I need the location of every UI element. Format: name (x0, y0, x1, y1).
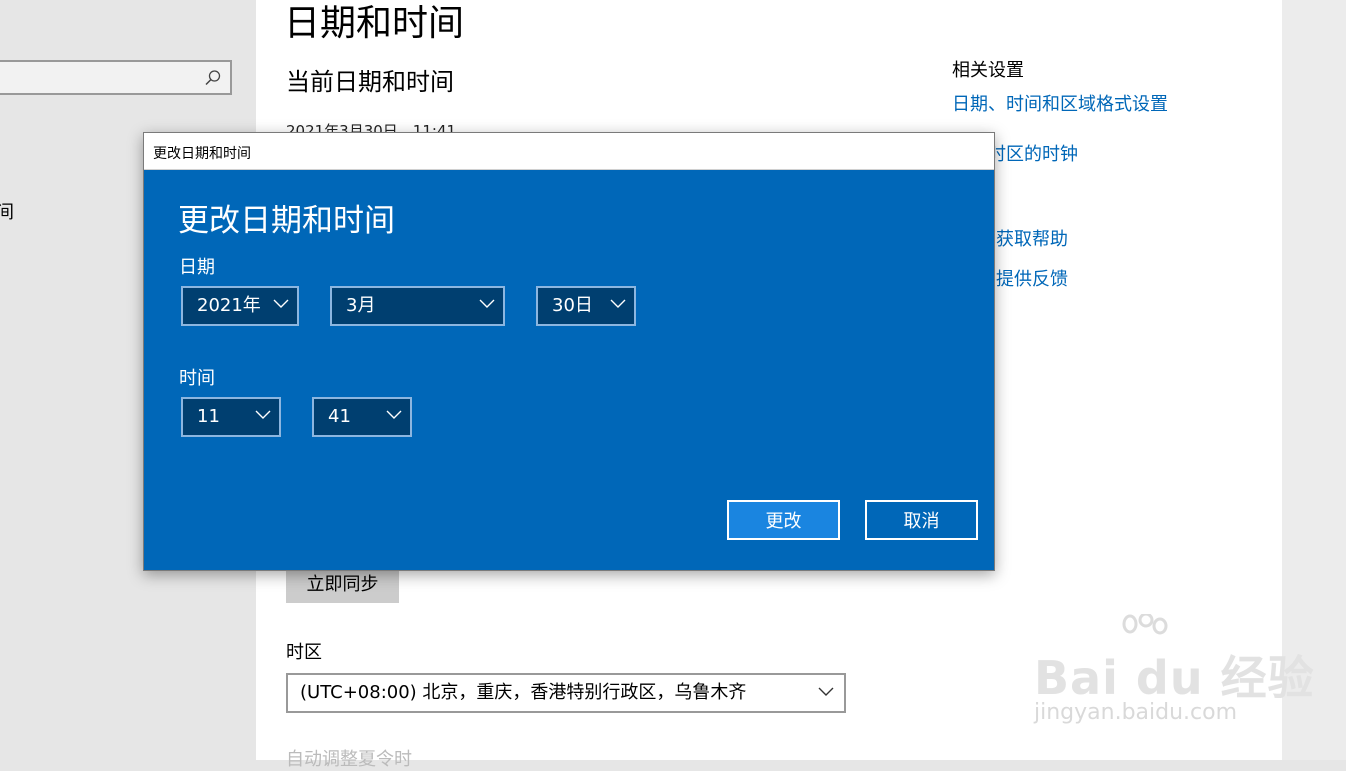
month-value: 3月 (346, 295, 376, 316)
watermark-url: jingyan.baidu.com (1034, 700, 1238, 725)
day-dropdown[interactable]: 30日 (536, 286, 636, 326)
search-input[interactable] (0, 60, 232, 95)
region-format-link[interactable]: 日期、时间和区域格式设置 (952, 90, 1168, 116)
dialog-titlebar[interactable]: 更改日期和时间 (144, 133, 994, 170)
dst-label: 自动调整夏令时 (286, 749, 412, 770)
chevron-down-icon (273, 299, 289, 308)
minute-value: 41 (328, 406, 351, 427)
time-label: 时间 (179, 368, 215, 389)
search-icon (205, 70, 221, 86)
chevron-down-icon (479, 299, 495, 308)
chevron-down-icon (386, 410, 402, 419)
watermark-logo: Bai du 经验 jingyan.baidu.com (1030, 612, 1314, 732)
section-title: 当前日期和时间 (286, 68, 454, 96)
timezone-value: (UTC+08:00) 北京，重庆，香港特别行政区，乌鲁木齐 (300, 682, 747, 703)
change-datetime-dialog: 更改日期和时间 更改日期和时间 日期 2021年 3月 30日 时间 11 41… (143, 132, 995, 571)
change-button[interactable]: 更改 (727, 500, 840, 540)
hour-dropdown[interactable]: 11 (181, 397, 281, 437)
page-title: 日期和时间 (284, 3, 465, 44)
year-dropdown[interactable]: 2021年 (181, 286, 299, 326)
year-value: 2021年 (197, 295, 261, 316)
get-help-link[interactable]: 获取帮助 (996, 225, 1068, 251)
timezone-select[interactable]: (UTC+08:00) 北京，重庆，香港特别行政区，乌鲁木齐 (286, 673, 846, 713)
chevron-down-icon (255, 410, 271, 419)
hour-value: 11 (197, 406, 220, 427)
watermark-brand: Bai du 经验 (1034, 651, 1315, 705)
date-label: 日期 (179, 257, 215, 278)
chevron-down-icon (818, 687, 834, 696)
day-value: 30日 (552, 295, 593, 316)
dialog-window-title: 更改日期和时间 (153, 146, 251, 162)
feedback-link[interactable]: 提供反馈 (996, 265, 1068, 291)
cancel-button[interactable]: 取消 (865, 500, 978, 540)
month-dropdown[interactable]: 3月 (330, 286, 505, 326)
dialog-heading: 更改日期和时间 (178, 203, 395, 239)
minute-dropdown[interactable]: 41 (312, 397, 412, 437)
related-settings-title: 相关设置 (952, 60, 1024, 81)
timezone-label: 时区 (286, 642, 322, 663)
nav-item-partial[interactable]: 间 (0, 198, 14, 224)
chevron-down-icon (610, 299, 626, 308)
